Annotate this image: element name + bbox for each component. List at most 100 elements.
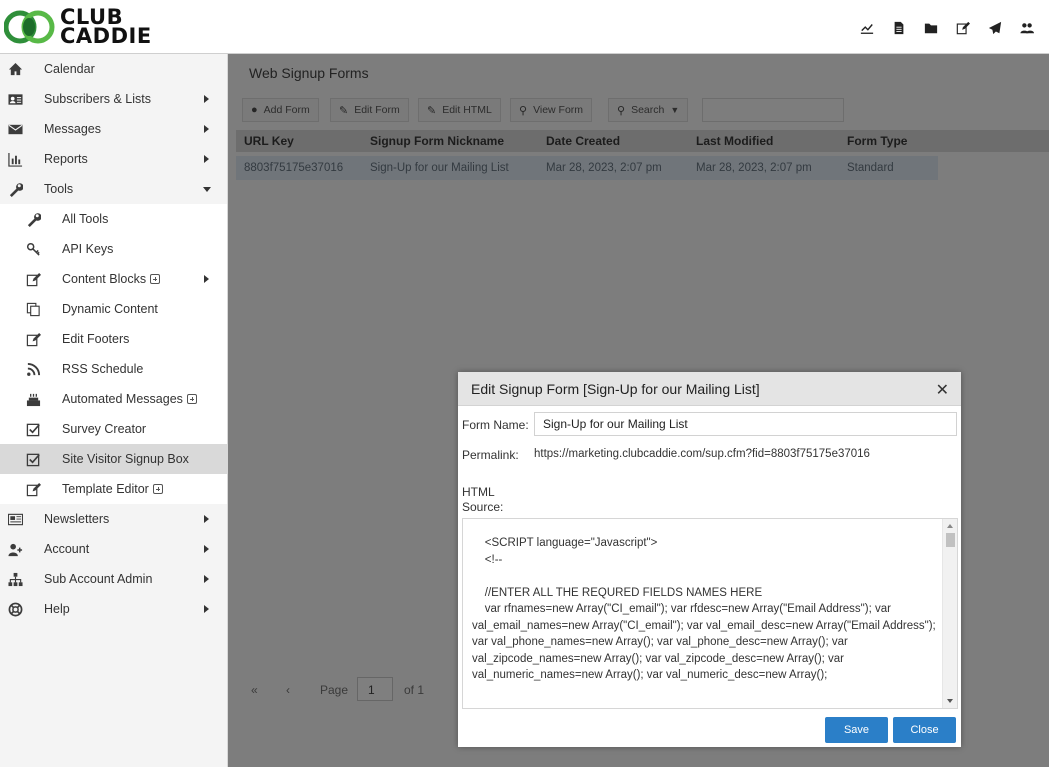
plus-square-icon[interactable] <box>150 274 161 284</box>
plus-square-icon[interactable] <box>152 484 163 494</box>
edit-icon <box>24 480 42 498</box>
chevron-right-icon <box>204 125 209 133</box>
sidebar-item-label: All Tools <box>62 212 109 226</box>
sidebar-item-label: API Keys <box>62 242 114 256</box>
chart-line-icon[interactable] <box>851 18 883 38</box>
chevron-right-icon <box>204 545 209 553</box>
sidebar-item-dynamic-content[interactable]: Dynamic Content <box>0 294 227 324</box>
plus-square-icon[interactable] <box>186 394 197 404</box>
sidebar-item-content-blocks[interactable]: Content Blocks <box>0 264 227 294</box>
chevron-right-icon <box>204 605 209 613</box>
sidebar-item-calendar[interactable]: Calendar <box>0 54 227 84</box>
save-button[interactable]: Save <box>825 717 888 743</box>
search-label: Search <box>631 104 665 116</box>
source-scrollbar[interactable] <box>942 519 957 708</box>
envelope-icon <box>6 120 24 138</box>
sidebar-item-label: Automated Messages <box>62 392 197 406</box>
column-header[interactable]: Form Type <box>847 134 907 148</box>
close-icon[interactable]: ✕ <box>936 380 949 400</box>
table-cell: Standard <box>847 162 894 174</box>
sidebar-item-label: Dynamic Content <box>62 302 158 316</box>
sidebar-item-messages[interactable]: Messages <box>0 114 227 144</box>
column-header[interactable]: URL Key <box>244 134 294 148</box>
sidebar-item-label: Sub Account Admin <box>44 572 153 586</box>
html-source-label-line2: Source: <box>462 500 504 514</box>
page-label: Page <box>320 683 349 697</box>
sidebar-item-label: Tools <box>44 182 74 196</box>
page-number-input[interactable]: 1 <box>357 677 393 701</box>
chevron-down-icon <box>203 187 211 192</box>
first-page-icon[interactable]: « <box>251 683 258 697</box>
column-header[interactable]: Date Created <box>546 134 620 148</box>
table-cell: Mar 28, 2023, 2:07 pm <box>546 162 662 174</box>
sidebar-item-label: Survey Creator <box>62 422 147 436</box>
top-icon-bar <box>851 18 1043 38</box>
search-dropdown-button[interactable]: ⚲ Search ▼ <box>608 98 689 122</box>
sidebar-item-survey-creator[interactable]: Survey Creator <box>0 414 227 444</box>
address-card-icon <box>6 90 24 108</box>
folder-icon[interactable] <box>915 18 947 38</box>
top-header: CLUB CADDIE <box>0 0 1049 54</box>
sidebar-item-template-editor[interactable]: Template Editor <box>0 474 227 504</box>
html-source-textarea[interactable]: <SCRIPT language="Javascript"> <!-- //EN… <box>462 518 958 709</box>
sidebar-item-sub-account-admin[interactable]: Sub Account Admin <box>0 564 227 594</box>
sidebar-item-all-tools[interactable]: All Tools <box>0 204 227 234</box>
page-title: Web Signup Forms <box>249 65 369 81</box>
sidebar-item-label: Subscribers & Lists <box>44 92 151 106</box>
column-header[interactable]: Signup Form Nickname <box>370 134 504 148</box>
add-form-label: Add Form <box>263 104 310 116</box>
edit-icon[interactable] <box>947 18 979 38</box>
dialog-header: Edit Signup Form [Sign-Up for our Mailin… <box>458 372 961 406</box>
form-name-field[interactable] <box>534 412 957 436</box>
sidebar-item-automated-messages[interactable]: Automated Messages <box>0 384 227 414</box>
sidebar-item-tools[interactable]: Tools <box>0 174 227 204</box>
sidebar-item-label: Reports <box>44 152 88 166</box>
sidebar-item-account[interactable]: Account <box>0 534 227 564</box>
users-icon[interactable] <box>1011 18 1043 38</box>
column-header[interactable]: Last Modified <box>696 134 773 148</box>
edit-icon: ✎ <box>339 104 349 117</box>
form-name-label: Form Name: <box>462 418 529 432</box>
sidebar-item-label: Help <box>44 602 70 616</box>
tools-submenu: All Tools API Keys Content Blocks Dynami… <box>0 204 227 504</box>
close-button[interactable]: Close <box>893 717 956 743</box>
check-square-icon <box>24 420 42 438</box>
file-icon[interactable] <box>883 18 915 38</box>
edit-html-button[interactable]: ✎ Edit HTML <box>418 98 501 122</box>
scroll-thumb[interactable] <box>946 533 955 547</box>
edit-icon: ✎ <box>427 104 437 117</box>
paper-plane-icon[interactable] <box>979 18 1011 38</box>
search-icon: ⚲ <box>617 104 626 117</box>
sidebar-item-rss-schedule[interactable]: RSS Schedule <box>0 354 227 384</box>
sidebar-item-newsletters[interactable]: Newsletters <box>0 504 227 534</box>
table-row[interactable]: 8803f75175e37016 Sign-Up for our Mailing… <box>236 156 938 180</box>
wrench-icon <box>6 180 24 198</box>
add-form-button[interactable]: ● Add Form <box>242 98 319 122</box>
prev-page-icon[interactable]: ‹ <box>286 683 290 697</box>
chevron-right-icon <box>204 155 209 163</box>
html-source-text: <SCRIPT language="Javascript"> <!-- //EN… <box>472 537 936 681</box>
sidebar-item-label: Account <box>44 542 90 556</box>
view-form-button[interactable]: ⚲ View Form <box>510 98 593 122</box>
edit-form-button[interactable]: ✎ Edit Form <box>330 98 409 122</box>
sidebar-item-subscribers[interactable]: Subscribers & Lists <box>0 84 227 114</box>
scroll-down-icon[interactable] <box>947 699 953 703</box>
sidebar-item-label: RSS Schedule <box>62 362 144 376</box>
bar-chart-icon <box>6 150 24 168</box>
sidebar-item-reports[interactable]: Reports <box>0 144 227 174</box>
search-input[interactable] <box>702 98 844 122</box>
scroll-up-icon[interactable] <box>947 524 953 528</box>
sidebar-item-label: Messages <box>44 122 101 136</box>
club-caddie-logo[interactable]: CLUB CADDIE <box>3 7 152 47</box>
sidebar-item-api-keys[interactable]: API Keys <box>0 234 227 264</box>
edit-icon <box>24 270 42 288</box>
search-icon: ⚲ <box>519 104 528 117</box>
plus-circle-icon: ● <box>251 104 258 116</box>
sidebar-item-site-visitor-signup-box[interactable]: Site Visitor Signup Box <box>0 444 227 474</box>
newspaper-icon <box>6 510 24 528</box>
chevron-right-icon <box>204 515 209 523</box>
permalink-url[interactable]: https://marketing.clubcaddie.com/sup.cfm… <box>534 448 870 460</box>
sidebar-item-help[interactable]: Help <box>0 594 227 624</box>
sidebar-item-edit-footers[interactable]: Edit Footers <box>0 324 227 354</box>
template-editor-text: Template Editor <box>62 482 149 496</box>
